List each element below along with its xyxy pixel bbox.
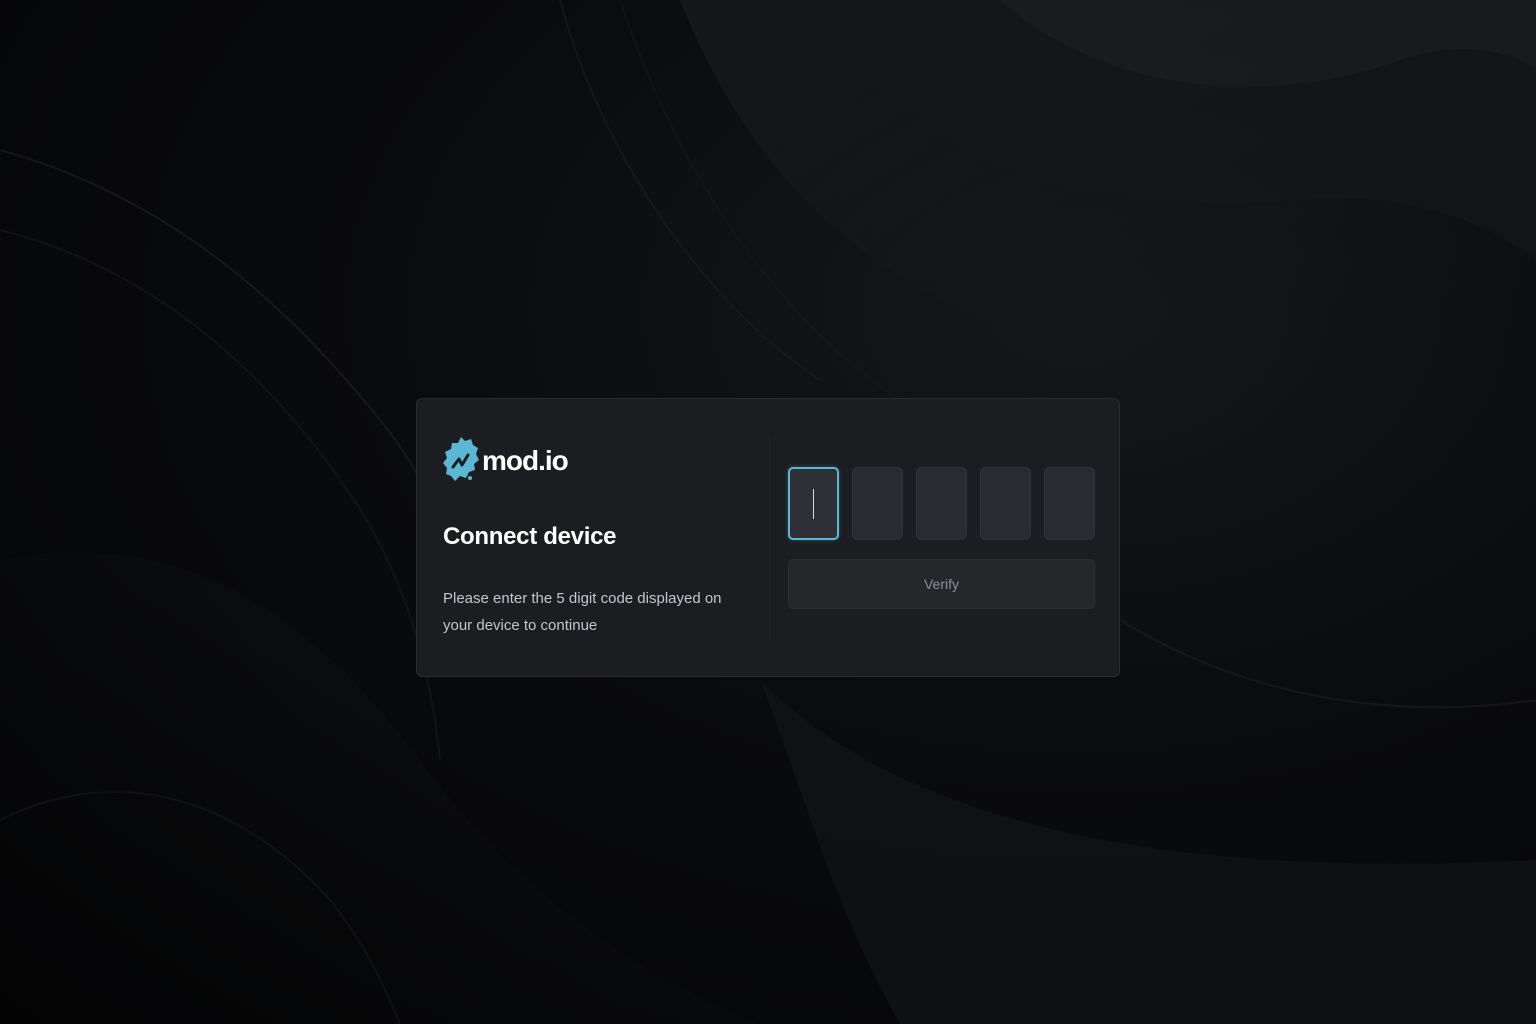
- card-info-column: mod.io Connect device Please enter the 5…: [443, 435, 743, 639]
- modio-gear-logo-icon: [443, 437, 479, 481]
- brand-name: mod.io: [482, 445, 569, 476]
- page-background: mod.io Connect device Please enter the 5…: [0, 0, 1536, 1024]
- code-digit-input-3[interactable]: [916, 467, 967, 540]
- text-caret: [813, 488, 814, 519]
- code-input-group: [788, 467, 1095, 540]
- page-title: Connect device: [443, 523, 617, 550]
- code-digit-input-2[interactable]: [852, 467, 903, 540]
- instructions-text: Please enter the 5 digit code displayed …: [443, 590, 722, 634]
- connect-device-card: mod.io Connect device Please enter the 5…: [416, 398, 1120, 677]
- brand-logo: mod.io: [443, 435, 743, 487]
- verify-button[interactable]: Verify: [788, 559, 1095, 609]
- code-digit-input-5[interactable]: [1044, 467, 1095, 540]
- code-digit-input-4[interactable]: [980, 467, 1031, 540]
- column-divider: [769, 437, 770, 641]
- code-digit-input-1[interactable]: [788, 467, 839, 540]
